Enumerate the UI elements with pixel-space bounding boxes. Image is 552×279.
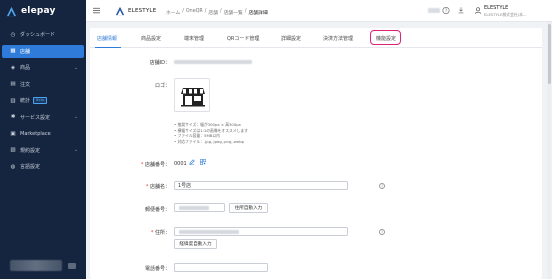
top-header: ELESTYLE ホーム / OneQR / 店舗 / 店舗一覧 / 店舗詳細 ? ELESTY… (86, 0, 552, 22)
sidebar-item-gear[interactable]: ✱ サービス設定 ⌄ (2, 111, 84, 124)
sidebar-item-order[interactable]: ▤ 注文 (2, 78, 84, 91)
sidebar-item-label: 店舗 (20, 48, 31, 55)
tab-product-settings[interactable]: 商品設定 (141, 35, 161, 42)
elestyle-logo-icon (115, 6, 125, 16)
feature-settings-highlight (370, 30, 401, 45)
help-circle-icon[interactable]: ? (442, 6, 450, 15)
store-detail-card: 店舗情報 商品設定 端末管理 QRコード管理 詳細設定 決済方法管理 機能設定 … (90, 28, 542, 279)
qr-code-icon[interactable] (200, 159, 206, 165)
sidebar-item-label: ダッシュボード (20, 32, 56, 38)
help-icon[interactable]: ? (379, 228, 385, 235)
logo-notes: 推奨サイズ：幅が300px × 高300px 横幅サイズは1:1の画像をオススメ… (174, 122, 248, 144)
sidebar-item-document[interactable]: ▧ 規約設定 ⌄ (2, 144, 84, 157)
store-icon: ▦ (10, 48, 16, 54)
sidebar-item-label: 注文 (20, 81, 31, 88)
sidebar-item-label: 言語設定 (20, 164, 41, 170)
user-company: ELESTYLE株式会社(本... (484, 11, 527, 17)
help-icon[interactable]: ? (379, 182, 385, 189)
store-code-label: * 店舗番号： (140, 162, 170, 168)
store-id-label: 店舗ID： (149, 60, 170, 66)
breadcrumb-separator: / (182, 8, 184, 14)
tab-store-info[interactable]: 店舗情報 (97, 35, 117, 42)
address-label: * 住所： (150, 230, 170, 236)
app-name: ELESTYLE (128, 8, 157, 14)
elepay-logo-icon (6, 6, 17, 16)
tab-detail-settings[interactable]: 詳細設定 (281, 35, 301, 42)
user-name[interactable]: ELESTYLE (484, 5, 508, 11)
postal-code-value (179, 206, 209, 210)
store-name-input[interactable]: 1号店 (174, 181, 348, 190)
sidebar-item-dashboard[interactable]: ◷ ダッシュボード (2, 28, 84, 41)
logo-note: 対応ファイル：.jpg,.jpeg,.png,.webp (174, 139, 248, 145)
store-logo-icon (181, 88, 205, 107)
breadcrumb-separator: / (220, 8, 222, 14)
svg-text:?: ? (445, 8, 447, 13)
auto-address-button[interactable]: 住所自動入力 (229, 203, 268, 213)
breadcrumb-link[interactable]: 店舗一覧 (224, 9, 243, 16)
sidebar-item-grid[interactable]: ▣ Marketplace (2, 127, 84, 140)
breadcrumb: ホーム / OneQR / 店舗 / 店舗一覧 / 店舗詳細 (166, 9, 268, 16)
logo-upload[interactable] (174, 78, 210, 112)
dashboard-icon: ◷ (10, 31, 16, 38)
tab-payment-methods[interactable]: 決済方法管理 (323, 35, 353, 42)
hamburger-menu-icon[interactable] (93, 7, 100, 14)
brand-name: elepay (21, 6, 56, 16)
store-code-value: 0001 (174, 161, 187, 167)
postal-code-label: 郵便番号： (144, 207, 170, 213)
phone-input[interactable] (174, 263, 268, 272)
phone-label: 電話番号： (144, 266, 170, 272)
chevron-down-icon: ⌄ (73, 147, 78, 153)
address-input[interactable] (174, 227, 348, 236)
sidebar: elepay ◷ ダッシュボード ▦ 店舗 ◈ 商品 ⌄ ▤ 注文 ▥ 統計 Beta ✱ サービス設定 ⌄… (0, 0, 86, 279)
sidebar-item-tag[interactable]: ◈ 商品 ⌄ (2, 61, 84, 74)
logo-label: ロゴ： (154, 83, 170, 89)
chart-icon: ▥ (10, 97, 16, 104)
blurred-account-badge (68, 263, 76, 269)
chevron-down-icon: ⌄ (73, 64, 78, 71)
tab-qr-management[interactable]: QRコード管理 (227, 35, 259, 42)
breadcrumb-separator: / (244, 8, 247, 14)
tag-icon: ◈ (10, 64, 16, 71)
active-tab-indicator (95, 46, 121, 48)
document-icon: ▧ (10, 147, 16, 153)
breadcrumb-current: 店舗詳細 (248, 10, 268, 16)
user-icon[interactable] (474, 6, 482, 15)
beta-badge: Beta (33, 97, 48, 104)
page-scrollbar[interactable] (547, 22, 551, 279)
gear-icon: ✱ (10, 114, 16, 120)
auto-geocode-button[interactable]: 経緯度自動入力 (174, 239, 217, 249)
sidebar-item-label: サービス設定 (20, 114, 51, 121)
scrollbar-thumb[interactable] (547, 24, 551, 84)
chevron-down-icon: ⌄ (73, 114, 78, 120)
order-icon: ▤ (10, 81, 16, 87)
store-name-label: * 店舗名： (145, 184, 170, 190)
language-icon: ◍ (10, 163, 16, 170)
grid-icon: ▣ (10, 130, 16, 137)
breadcrumb-link[interactable]: 店舗 (208, 9, 218, 16)
sidebar-item-store[interactable]: ▦ 店舗 (2, 44, 84, 58)
breadcrumb-link[interactable]: OneQR (186, 9, 203, 16)
sidebar-item-label: 商品 (20, 65, 31, 71)
breadcrumb-separator: / (204, 8, 207, 14)
blurred-account-info (10, 260, 62, 271)
sidebar-item-label: Marketplace (20, 130, 51, 137)
tab-bar: 店舗情報 商品設定 端末管理 QRコード管理 詳細設定 決済方法管理 機能設定 (90, 28, 542, 48)
edit-icon[interactable] (189, 159, 195, 165)
brand[interactable]: elepay (0, 0, 86, 22)
sidebar-item-label: 統計 (20, 98, 31, 104)
store-id-value (174, 60, 252, 64)
tab-terminal-management[interactable]: 端末管理 (184, 35, 204, 42)
postal-code-input[interactable] (174, 203, 225, 212)
sidebar-item-label: 規約設定 (20, 147, 41, 154)
sidebar-item-chart[interactable]: ▥ 統計 Beta (2, 94, 84, 107)
sidebar-item-language[interactable]: ◍ 言語設定 (2, 160, 84, 173)
download-icon[interactable] (457, 6, 465, 15)
logo-note: 推奨サイズ：幅が300px × 高300px (174, 122, 248, 128)
breadcrumb-link[interactable]: ホーム (166, 9, 180, 16)
address-value (179, 230, 239, 234)
sidebar-nav: ◷ ダッシュボード ▦ 店舗 ◈ 商品 ⌄ ▤ 注文 ▥ 統計 Beta ✱ サービス設定 ⌄ ▣ Market… (0, 28, 86, 173)
blurred-header-info (428, 8, 440, 13)
